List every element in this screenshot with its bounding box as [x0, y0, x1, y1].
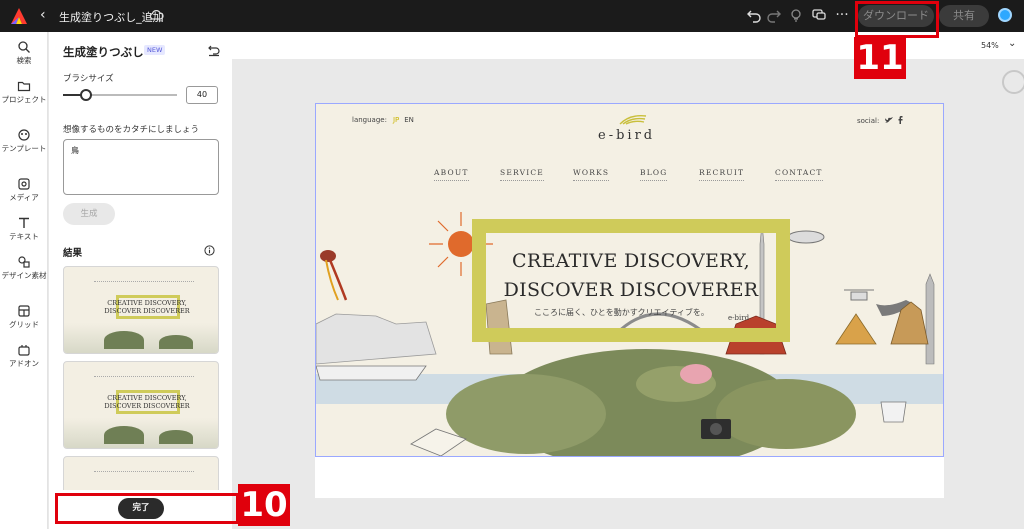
template-icon — [18, 129, 30, 141]
chevron-down-icon[interactable]: ⌄ — [1008, 38, 1016, 49]
prompt-label: 想像するものをカタチにしましょう — [63, 125, 200, 135]
nav-works[interactable]: WORKS — [573, 168, 610, 181]
results-heading: 結果 — [63, 248, 83, 259]
share-button[interactable]: 共有 — [939, 5, 989, 27]
brush-size-input[interactable]: 40 — [186, 86, 218, 104]
new-badge: NEW — [144, 45, 166, 55]
info-icon[interactable] — [204, 245, 215, 256]
rail-item-addons[interactable]: アドオン — [0, 343, 48, 369]
language-switcher: language: JP EN — [352, 116, 414, 124]
comment-icon[interactable] — [811, 7, 827, 23]
shapes-icon — [18, 256, 30, 268]
panel-title: 生成塗りつぶし — [63, 45, 144, 59]
text-icon — [19, 217, 29, 228]
annotation-number-10: 10 — [238, 484, 290, 526]
thumb-heading: CREATIVE DISCOVERY, DISCOVER DISCOVERER — [104, 394, 190, 410]
facebook-icon[interactable] — [898, 116, 903, 124]
rail-item-grid[interactable]: グリッド — [0, 304, 48, 330]
more-icon[interactable]: ··· — [834, 7, 850, 23]
lightbulb-icon[interactable] — [788, 7, 804, 23]
nav-about[interactable]: ABOUT — [434, 168, 469, 181]
nav-recruit[interactable]: RECRUIT — [699, 168, 745, 181]
social-links: social: — [857, 116, 903, 125]
social-label: social: — [857, 117, 880, 125]
redo-icon[interactable] — [766, 7, 782, 23]
result-thumbnail[interactable]: CREATIVE DISCOVERY, DISCOVER DISCOVERER — [63, 361, 219, 449]
nav-service[interactable]: SERVICE — [500, 168, 544, 181]
bird-illustration — [320, 250, 348, 301]
rail-item-label: グリッド — [9, 320, 39, 329]
brand-logo[interactable]: e-bird — [598, 128, 655, 143]
adobe-express-logo[interactable] — [10, 7, 28, 25]
generative-fill-panel: 生成塗りつぶし NEW ブラシサイズ 40 想像するものをカタチにしましょう 鳥… — [49, 32, 232, 529]
zoom-level[interactable]: 54% — [981, 41, 999, 50]
rail-item-templates[interactable]: テンプレート — [0, 128, 48, 154]
hero-logo: e-bird — [728, 314, 750, 322]
folder-icon — [17, 81, 31, 92]
media-icon — [18, 178, 30, 190]
grid-icon — [18, 305, 30, 317]
undo-icon[interactable] — [746, 7, 762, 23]
avatar[interactable] — [998, 8, 1012, 22]
rail-item-label: テンプレート — [1, 144, 47, 153]
canvas-ring-handle[interactable] — [1002, 70, 1024, 94]
rail-item-search[interactable]: 検索 — [0, 40, 48, 66]
cloud-icon[interactable] — [148, 7, 164, 23]
brush-size-label: ブラシサイズ — [63, 74, 114, 84]
rail-item-media[interactable]: メディア — [0, 177, 48, 203]
addon-icon — [18, 345, 30, 356]
brand-wings-icon — [619, 114, 647, 125]
result-thumbnail[interactable]: CREATIVE DISCOVERY, DISCOVER DISCOVERER — [63, 266, 219, 354]
rail-item-label: 検索 — [16, 56, 32, 65]
rail-item-text[interactable]: テキスト — [0, 216, 48, 242]
rail-item-label: プロジェクト — [1, 95, 47, 104]
nav-blog[interactable]: BLOG — [640, 168, 668, 181]
thumb-heading: CREATIVE DISCOVERY, DISCOVER DISCOVERER — [104, 299, 190, 315]
nav-contact[interactable]: CONTACT — [775, 168, 823, 181]
download-highlight-box — [855, 1, 939, 38]
rail-item-label: アドオン — [9, 359, 39, 368]
twitter-icon[interactable] — [884, 117, 893, 124]
rail-item-label: テキスト — [9, 232, 39, 241]
rail-item-design-assets[interactable]: デザイン素材 — [0, 255, 48, 281]
design-artwork[interactable]: language: JP EN social: e-bird ABOUT SERVI… — [315, 103, 944, 457]
done-highlight-box — [55, 493, 239, 524]
left-rail: 検索 プロジェクト テンプレート メディア テキスト デザイン素材 グリッド ア… — [0, 32, 48, 529]
hero-headline-line1: CREATIVE DISCOVERY, — [512, 250, 750, 272]
search-icon — [18, 41, 30, 53]
prompt-textarea[interactable]: 鳥 — [63, 139, 219, 195]
hero-headline-line2: DISCOVER DISCOVERER — [503, 279, 759, 301]
lang-en-link[interactable]: EN — [404, 116, 414, 124]
language-label: language: — [352, 116, 387, 124]
back-chevron-icon[interactable]: ‹ — [40, 7, 46, 23]
brush-size-slider-thumb[interactable] — [80, 89, 92, 101]
generate-button[interactable]: 生成 — [63, 203, 115, 225]
reset-icon[interactable] — [207, 43, 221, 57]
rail-item-label: メディア — [9, 193, 39, 202]
annotation-number-11: 11 — [854, 37, 906, 79]
lang-jp-link[interactable]: JP — [393, 116, 399, 124]
rail-item-label: デザイン素材 — [1, 271, 47, 280]
rail-item-projects[interactable]: プロジェクト — [0, 79, 48, 105]
hero-subtitle: こころに届く、ひとを動かすクリエイティブを。 — [534, 308, 709, 317]
